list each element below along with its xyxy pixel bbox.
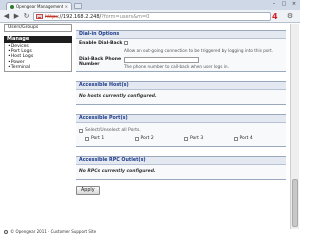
apply-button[interactable]: Apply	[76, 186, 100, 195]
reload-button[interactable]: ↻	[22, 12, 31, 21]
rpc-section: Accessible RPC Outlet(s) No RPCs current…	[76, 156, 286, 180]
port-2-label: Port 2	[140, 136, 154, 141]
maximize-button[interactable]: □	[280, 1, 288, 7]
port-item: Port 2	[134, 136, 185, 141]
url-path: ?form=users&m=0	[101, 13, 150, 20]
sidebar-top-box: Users/Groups	[4, 24, 72, 32]
sidebar-item-terminal[interactable]: Terminal	[8, 65, 68, 70]
forward-button[interactable]: ▶	[12, 12, 21, 21]
manage-header: Manage	[4, 36, 72, 43]
broken-lock-icon	[36, 14, 43, 19]
port-1-label: Port 1	[91, 136, 105, 141]
ports-row: Port 1 Port 2 Port 3 Port 4	[76, 134, 286, 146]
tab-title: Opengear Management Cons...	[16, 4, 63, 9]
section-title: Accessible Host(s)	[76, 82, 286, 90]
port-4-label: Port 4	[239, 136, 253, 141]
scroll-thumb[interactable]	[292, 179, 298, 227]
port-3-checkbox[interactable]	[184, 136, 188, 141]
browser-toolbar: ◀ ▶ ↻ https ://192.168.2.248/ ?form=user…	[0, 10, 300, 23]
section-title: Dial-in Options	[76, 31, 286, 39]
section-title: Accessible RPC Outlet(s)	[76, 157, 286, 165]
dialback-row: Enable Dial-Back Allow an out-going conn…	[76, 39, 286, 55]
url-scheme: https	[45, 13, 58, 20]
extension-badge[interactable]: 4	[272, 13, 278, 21]
phone-label: Dial-Back Phone Number	[79, 56, 122, 67]
manage-menu: Devices Port Logs Host Logs Power Termin…	[4, 43, 72, 73]
browser-tab[interactable]: Opengear Management Cons... ×	[6, 2, 72, 10]
minimize-button[interactable]: –	[270, 1, 278, 7]
select-all-checkbox[interactable]	[79, 128, 83, 133]
sidebar-item-users-groups[interactable]: Users/Groups	[5, 25, 71, 31]
window-controls: – □ ×	[270, 1, 298, 7]
footer-text: © Opengear 2011 · Customer Support Site	[10, 229, 97, 234]
sidebar: Users/Groups Manage Devices Port Logs Ho…	[4, 24, 72, 73]
new-tab-button[interactable]	[74, 3, 82, 9]
footer: © Opengear 2011 · Customer Support Site	[4, 229, 96, 234]
phone-row: Dial-Back Phone Number The phone number …	[76, 55, 286, 72]
section-title: Accessible Port(s)	[76, 115, 286, 123]
page-scrollbar[interactable]	[290, 24, 299, 229]
tab-close-icon[interactable]: ×	[65, 4, 68, 9]
phone-input[interactable]	[124, 56, 199, 63]
select-all-row: Select/Unselect all Ports.	[76, 123, 286, 134]
hosts-empty-message: No hosts currently configured.	[79, 94, 157, 99]
dialin-section: Dial-in Options Enable Dial-Back Allow a…	[76, 30, 286, 72]
favicon-icon	[10, 4, 14, 9]
port-3-label: Port 3	[190, 136, 204, 141]
wrench-icon[interactable]: ⚙	[285, 12, 295, 21]
dialback-label: Enable Dial-Back	[79, 41, 123, 46]
url-host: ://192.168.2.248/	[57, 13, 102, 20]
port-1-checkbox[interactable]	[85, 136, 89, 141]
close-window-button[interactable]: ×	[290, 1, 298, 7]
back-button[interactable]: ◀	[2, 12, 11, 21]
rpc-empty-message: No RPCs currently configured.	[79, 169, 156, 174]
hosts-section: Accessible Host(s) No hosts currently co…	[76, 81, 286, 105]
port-2-checkbox[interactable]	[134, 136, 139, 141]
ports-section: Accessible Port(s) Select/Unselect all P…	[76, 114, 286, 147]
dialback-hint: Allow an out-going connection to be trig…	[124, 47, 274, 53]
port-item: Port 1	[85, 136, 135, 141]
tab-strip: Opengear Management Cons... × – □ ×	[0, 0, 300, 10]
port-item: Port 4	[233, 136, 284, 141]
dialback-checkbox[interactable]	[124, 41, 128, 45]
main-content: Dial-in Options Enable Dial-Back Allow a…	[76, 30, 286, 195]
opengear-logo-icon	[4, 230, 8, 234]
port-item: Port 3	[184, 136, 234, 141]
address-bar[interactable]: https ://192.168.2.248/ ?form=users&m=0	[33, 12, 271, 21]
port-4-checkbox[interactable]	[233, 136, 238, 141]
select-all-label: Select/Unselect all Ports.	[85, 128, 141, 133]
phone-hint: The phone number to call-back when user …	[124, 64, 229, 69]
